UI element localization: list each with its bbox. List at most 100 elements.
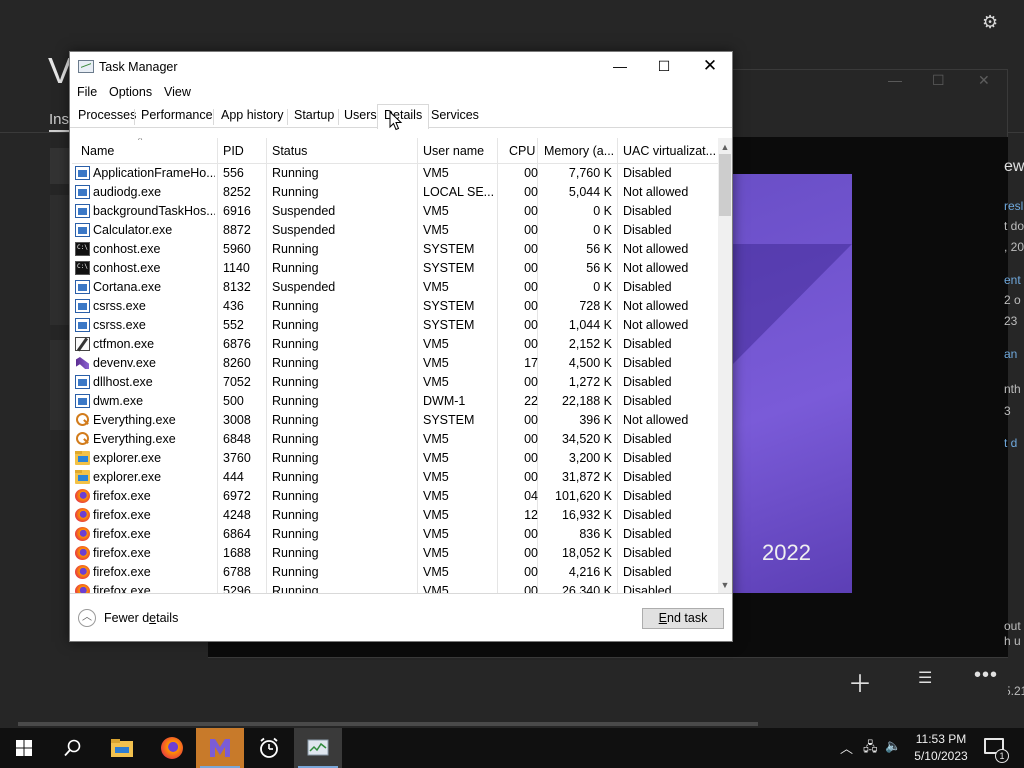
process-memory: 2,152 K xyxy=(568,337,612,351)
background-side-text: 2 o xyxy=(1004,293,1021,307)
table-row[interactable]: conhost.exe 5960 Running SYSTEM 00 56 K Not al… xyxy=(72,240,718,259)
table-row[interactable]: Cortana.exe 8132 Suspended VM5 00 0 K Disabled xyxy=(72,278,718,297)
process-uac-virtualization: Disabled xyxy=(623,166,672,180)
process-name: csrss.exe xyxy=(93,318,146,332)
checklist-icon[interactable]: ☰ xyxy=(918,668,932,688)
scroll-up-icon[interactable]: ▲ xyxy=(718,140,732,154)
table-row[interactable]: firefox.exe 5296 Running VM5 00 26,340 K Disab… xyxy=(72,582,718,593)
network-icon[interactable]: 🖧 xyxy=(863,738,878,760)
background-tab-installed[interactable]: Ins xyxy=(49,111,69,128)
column-header-user-name[interactable]: User name xyxy=(423,144,484,158)
column-header-name[interactable]: Name xyxy=(81,144,114,158)
process-cpu: 00 xyxy=(524,527,538,541)
task-manager-taskbar-button[interactable] xyxy=(294,728,342,768)
scrollbar-thumb[interactable] xyxy=(719,154,731,216)
close-button[interactable]: ✕ xyxy=(687,52,733,82)
scroll-down-icon[interactable]: ▼ xyxy=(718,578,732,592)
column-header-status[interactable]: Status xyxy=(272,144,307,158)
process-pid: 6972 xyxy=(223,489,251,503)
process-cpu: 00 xyxy=(524,223,538,237)
minimize-button[interactable]: — xyxy=(597,52,643,82)
process-name: Cortana.exe xyxy=(93,280,162,294)
process-uac-virtualization: Disabled xyxy=(623,489,672,503)
table-row[interactable]: audiodg.exe 8252 Running LOCAL SE... 00 5,044… xyxy=(72,183,718,202)
table-row[interactable]: devenv.exe 8260 Running VM5 17 4,500 K Disable… xyxy=(72,354,718,373)
vertical-scrollbar[interactable]: ▲ ▼ xyxy=(718,138,732,593)
column-header-pid[interactable]: PID xyxy=(223,144,244,158)
process-uac-virtualization: Disabled xyxy=(623,394,672,408)
process-user-name: VM5 xyxy=(423,470,449,484)
fewer-details-link[interactable]: Fewer details xyxy=(104,611,178,625)
column-header-uac-virtualization[interactable]: UAC virtualizat... xyxy=(623,144,716,158)
menu-file[interactable]: File xyxy=(77,85,97,99)
table-row[interactable]: Everything.exe 6848 Running VM5 00 34,520 K Di… xyxy=(72,430,718,449)
tab-performance[interactable]: Performance xyxy=(139,108,215,122)
menu-options[interactable]: Options xyxy=(109,85,152,99)
end-task-button[interactable]: End task xyxy=(642,608,724,629)
volume-icon[interactable]: 🔈 xyxy=(885,738,901,754)
table-row[interactable]: backgroundTaskHos... 6916 Suspended VM5 00 0 … xyxy=(72,202,718,221)
more-icon[interactable]: ••• xyxy=(974,664,998,687)
visual-studio-installer-taskbar-button[interactable] xyxy=(196,728,244,768)
process-memory: 0 K xyxy=(593,223,612,237)
console-icon xyxy=(75,242,90,256)
visual-studio-splash-image xyxy=(733,174,852,593)
firefox-taskbar-button[interactable] xyxy=(147,728,195,768)
table-row[interactable]: csrss.exe 552 Running SYSTEM 00 1,044 K Not al… xyxy=(72,316,718,335)
process-uac-virtualization: Disabled xyxy=(623,451,672,465)
tab-processes[interactable]: Processes xyxy=(76,108,138,122)
table-row[interactable]: Everything.exe 3008 Running SYSTEM 00 396 K No… xyxy=(72,411,718,430)
table-row[interactable]: firefox.exe 4248 Running VM5 12 16,932 K Disab… xyxy=(72,506,718,525)
minimize-icon[interactable]: — xyxy=(888,72,902,88)
clock[interactable]: 11:53 PM 5/10/2023 xyxy=(906,731,976,765)
process-status: Running xyxy=(272,432,319,446)
table-row[interactable]: dwm.exe 500 Running DWM-1 22 22,188 K Disabled xyxy=(72,392,718,411)
table-row[interactable]: firefox.exe 6788 Running VM5 00 4,216 K Disabl… xyxy=(72,563,718,582)
table-row[interactable]: firefox.exe 6972 Running VM5 04 101,620 K Disa… xyxy=(72,487,718,506)
firefox-icon xyxy=(161,737,183,759)
plus-icon[interactable]: ＋ xyxy=(848,664,872,699)
alarms-clock-taskbar-button[interactable] xyxy=(245,728,293,768)
column-header-cpu[interactable]: CPU xyxy=(509,144,535,158)
process-uac-virtualization: Disabled xyxy=(623,356,672,370)
start-button[interactable] xyxy=(0,728,48,768)
table-row[interactable]: dllhost.exe 7052 Running VM5 00 1,272 K Disabl… xyxy=(72,373,718,392)
chevron-up-icon[interactable]: ︿ xyxy=(78,609,96,627)
process-status: Running xyxy=(272,413,319,427)
background-side-link[interactable]: t d xyxy=(1004,436,1017,450)
tab-services[interactable]: Services xyxy=(429,108,481,122)
maximize-icon[interactable]: ☐ xyxy=(932,72,945,89)
column-header-memory[interactable]: Memory (a... xyxy=(544,144,614,158)
process-cpu: 17 xyxy=(524,356,538,370)
table-row[interactable]: conhost.exe 1140 Running SYSTEM 00 56 K Not al… xyxy=(72,259,718,278)
process-pid: 4248 xyxy=(223,508,251,522)
tab-details[interactable]: Details xyxy=(377,104,430,129)
maximize-button[interactable]: ☐ xyxy=(641,52,687,82)
tab-startup[interactable]: Startup xyxy=(292,108,336,122)
background-side-link[interactable]: an xyxy=(1004,347,1017,361)
search-button[interactable] xyxy=(48,728,96,768)
horizontal-scrollbar[interactable] xyxy=(18,722,758,726)
close-icon[interactable]: ✕ xyxy=(978,72,990,89)
process-pid: 552 xyxy=(223,318,244,332)
file-explorer-taskbar-button[interactable] xyxy=(98,728,146,768)
gear-icon[interactable]: ⚙ xyxy=(982,12,998,33)
process-memory: 101,620 K xyxy=(555,489,612,503)
tab-users[interactable]: Users xyxy=(342,108,379,122)
title-bar[interactable]: Task Manager — ☐ ✕ xyxy=(70,52,732,82)
background-side-link[interactable]: resl xyxy=(1004,199,1023,213)
menu-view[interactable]: View xyxy=(164,85,191,99)
background-side-link[interactable]: ent xyxy=(1004,273,1021,287)
table-row[interactable]: ApplicationFrameHo... 556 Running VM5 00 7,76… xyxy=(72,164,718,183)
tab-app-history[interactable]: App history xyxy=(219,108,286,122)
process-uac-virtualization: Disabled xyxy=(623,584,672,593)
table-row[interactable]: firefox.exe 1688 Running VM5 00 18,052 K Disab… xyxy=(72,544,718,563)
table-row[interactable]: Calculator.exe 8872 Suspended VM5 00 0 K Disab… xyxy=(72,221,718,240)
table-row[interactable]: explorer.exe 3760 Running VM5 00 3,200 K Disab… xyxy=(72,449,718,468)
table-row[interactable]: csrss.exe 436 Running SYSTEM 00 728 K Not allo… xyxy=(72,297,718,316)
show-hidden-icons-chevron-icon[interactable]: ︿ xyxy=(840,738,853,757)
table-row[interactable]: ctfmon.exe 6876 Running VM5 00 2,152 K Disable… xyxy=(72,335,718,354)
process-memory: 728 K xyxy=(579,299,612,313)
table-row[interactable]: firefox.exe 6864 Running VM5 00 836 K Disabled xyxy=(72,525,718,544)
table-row[interactable]: explorer.exe 444 Running VM5 00 31,872 K Disab… xyxy=(72,468,718,487)
